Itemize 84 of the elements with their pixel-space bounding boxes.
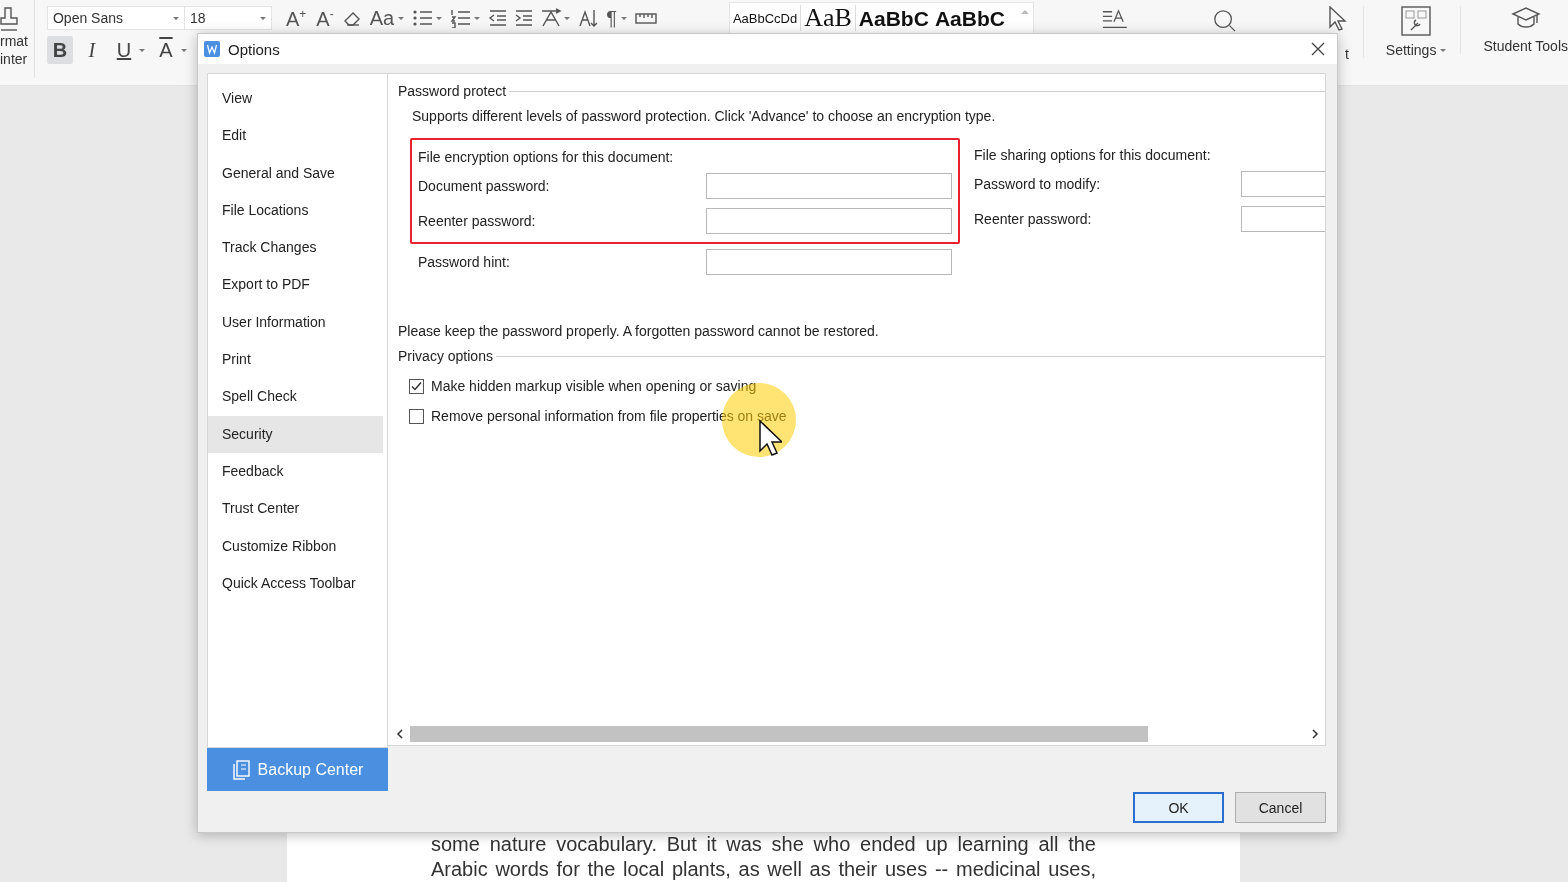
font-name-field[interactable]: Open Sans bbox=[46, 6, 185, 30]
password-field[interactable] bbox=[706, 248, 952, 275]
backup-icon bbox=[231, 759, 250, 780]
cursor-icon[interactable] bbox=[1326, 6, 1349, 32]
format-painter-label: rmat bbox=[0, 32, 28, 50]
field-label: Reenter password: bbox=[418, 212, 537, 229]
style-gallery[interactable]: AaBbCcDd AaB AaBbC AaBbC bbox=[728, 2, 1034, 34]
decrease-indent-icon[interactable] bbox=[488, 8, 509, 28]
dropdown-caret-icon[interactable] bbox=[172, 16, 179, 20]
style-sample[interactable]: AaBbC bbox=[931, 7, 1008, 29]
font-size-field[interactable]: 18 bbox=[183, 6, 272, 30]
caret-icon[interactable] bbox=[436, 16, 443, 20]
settings-label[interactable]: Settings bbox=[1385, 42, 1437, 58]
caret-icon[interactable] bbox=[138, 48, 145, 52]
sidebar-item[interactable]: Quick Access Toolbar bbox=[208, 564, 383, 603]
sidebar-item[interactable]: View bbox=[208, 80, 383, 118]
select-label[interactable]: t bbox=[1344, 46, 1349, 62]
scrollbar-thumb[interactable] bbox=[410, 726, 1149, 742]
sidebar-item[interactable]: Print bbox=[208, 341, 383, 379]
section-heading: Password protect bbox=[398, 83, 507, 99]
close-icon[interactable] bbox=[1311, 42, 1325, 56]
increase-indent-icon[interactable] bbox=[514, 8, 535, 28]
ok-button[interactable]: OK bbox=[1133, 792, 1224, 823]
format-painter-label: inter bbox=[0, 50, 28, 68]
ruler-icon[interactable] bbox=[634, 11, 657, 25]
document-text-line: some nature vocabulary. But it was she who ended up learning all the bbox=[431, 833, 1096, 856]
cancel-button[interactable]: Cancel bbox=[1235, 792, 1326, 823]
field-label: Reenter password: bbox=[974, 210, 1093, 227]
password-field[interactable] bbox=[706, 207, 952, 234]
sidebar-item[interactable]: Feedback bbox=[208, 452, 383, 491]
password-field[interactable] bbox=[706, 172, 952, 199]
underline-button[interactable]: U bbox=[110, 36, 137, 64]
sidebar-item[interactable]: Customize Ribbon bbox=[208, 527, 383, 565]
paragraph-mark-button[interactable]: ¶ bbox=[604, 8, 619, 28]
sidebar-item[interactable]: Track Changes bbox=[208, 229, 383, 267]
checkbox[interactable] bbox=[409, 408, 424, 424]
shrink-font-button[interactable]: A$^{-}$ bbox=[314, 7, 336, 29]
field-label: Password hint: bbox=[418, 253, 511, 270]
bold-button[interactable]: B bbox=[46, 36, 73, 64]
sidebar-item[interactable]: Trust Center bbox=[208, 490, 383, 528]
numbered-list-icon[interactable] bbox=[450, 8, 473, 28]
group-heading: File encryption options for this document: bbox=[418, 148, 675, 167]
bullet-list-icon[interactable] bbox=[412, 8, 435, 28]
caret-icon[interactable] bbox=[1440, 48, 1447, 52]
group-heading: File sharing options for this document: bbox=[974, 146, 1212, 165]
field-label: Password to modify: bbox=[974, 175, 1102, 192]
field-label: Document password: bbox=[418, 177, 551, 194]
sidebar-item[interactable]: General and Save bbox=[208, 154, 383, 192]
sidebar-item[interactable]: Spell Check bbox=[208, 378, 383, 416]
style-sample[interactable]: AaB bbox=[800, 5, 856, 31]
italic-button[interactable]: I bbox=[78, 36, 105, 64]
checkbox[interactable] bbox=[409, 378, 424, 394]
search-icon[interactable] bbox=[1213, 8, 1238, 34]
caret-icon[interactable] bbox=[180, 48, 187, 52]
document-text-line: Arabic words for the local plants, as well as their uses -- medicinal uses, bbox=[431, 858, 1096, 881]
sidebar-item[interactable]: Security bbox=[208, 415, 383, 453]
caret-icon[interactable] bbox=[398, 16, 405, 20]
description-text: Supports different levels of password protection. Click 'Advance' to choose an encryption type. bbox=[412, 108, 997, 124]
app-logo-icon bbox=[204, 41, 220, 57]
color-button[interactable]: A bbox=[152, 36, 179, 64]
scroll-right-icon[interactable] bbox=[1311, 729, 1319, 739]
text-direction-icon[interactable] bbox=[540, 8, 563, 28]
checkbox-label[interactable]: Make hidden markup visible when opening or saving bbox=[431, 378, 757, 394]
dropdown-caret-icon[interactable] bbox=[259, 16, 266, 20]
sidebar-item[interactable]: Edit bbox=[208, 117, 383, 155]
sort-icon[interactable] bbox=[578, 8, 599, 28]
dialog-title: Options bbox=[228, 40, 281, 58]
note-text: Please keep the password properly. A forgotten password cannot be restored. bbox=[398, 323, 880, 339]
mouse-pointer-icon bbox=[758, 419, 782, 457]
style-sample[interactable]: AaBbCcDd bbox=[729, 11, 801, 25]
sidebar-item[interactable]: Export to PDF bbox=[208, 266, 383, 304]
change-case-button[interactable]: Aa bbox=[367, 8, 397, 28]
section-heading: Privacy options bbox=[398, 348, 493, 364]
grow-font-button[interactable]: A$^{+}$ bbox=[283, 7, 309, 29]
settings-icon[interactable] bbox=[1401, 6, 1432, 36]
scroll-left-icon[interactable] bbox=[396, 729, 404, 739]
sidebar-item[interactable]: File Locations bbox=[208, 191, 383, 230]
caret-icon[interactable] bbox=[620, 16, 627, 20]
caret-icon[interactable] bbox=[564, 16, 571, 20]
student-tools-label[interactable]: Student Tools bbox=[1483, 38, 1568, 54]
brush-icon[interactable] bbox=[0, 6, 20, 32]
caret-icon[interactable] bbox=[474, 16, 481, 20]
style-sample[interactable]: AaBbC bbox=[855, 7, 932, 29]
sidebar-item[interactable]: User Information bbox=[208, 303, 383, 342]
